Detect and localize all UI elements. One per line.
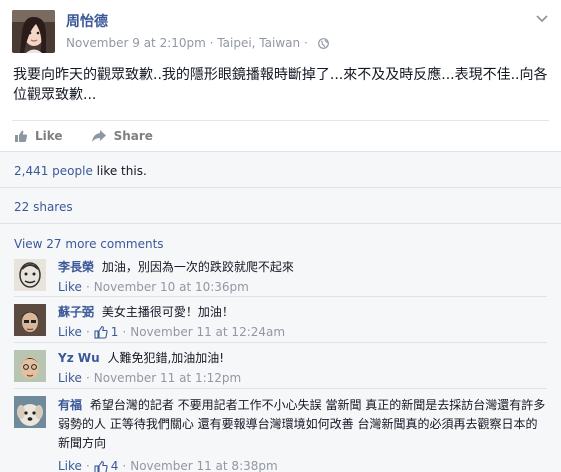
comment-meta: Like · 1 · November 11 at 12:24am [58,324,286,340]
like-count-value: 4 [110,459,119,472]
comment-like-link[interactable]: Like [58,324,82,340]
comment-text: 希望台灣的記者 不要用記者工作不小心失誤 當新聞 真正的新聞是去採訪台灣還有許多… [58,398,546,450]
divider [14,296,547,297]
divider [0,187,561,188]
facebook-post: 周怡德 November 9 at 2:10pm · Taipei, Taiwa… [0,0,561,472]
comment-body: 有福 希望台灣的記者 不要用記者工作不小心失誤 當新聞 真正的新聞是去採訪台灣還… [58,396,548,472]
likes-summary: 2,441 people like this. [14,164,147,178]
commenter-avatar[interactable] [14,259,46,291]
thumbs-up-icon [15,130,28,142]
comment-like-link[interactable]: Like [58,279,82,295]
globe-icon[interactable] [317,38,329,52]
comment-body: 蘇子弼 美女主播很可愛！加油！ Like · 1 · November 11 a… [58,304,548,340]
commenter-avatar[interactable] [14,350,46,382]
commenter-name[interactable]: 李長榮 [58,260,94,274]
comment-like-count[interactable]: 4 [94,457,119,472]
post-meta: November 9 at 2:10pm · Taipei, Taiwan · [66,36,329,52]
divider [14,342,547,343]
meta-separator-2: · [303,36,308,50]
thumbs-up-icon [94,325,108,339]
meta-separator: · [209,36,214,50]
comment-text: 人難免犯錯,加油加油! [107,351,225,365]
comment-timestamp[interactable]: November 11 at 12:24am [130,324,285,340]
divider [14,388,547,389]
commenter-name[interactable]: Yz Wu [58,351,100,365]
comment-meta: Like · November 10 at 10:36pm [58,279,249,295]
chevron-down-icon[interactable] [535,12,549,26]
share-arrow-icon [91,130,106,142]
view-more-comments-link[interactable]: View 27 more comments [14,237,164,251]
comment-body: Yz Wu 人難免犯錯,加油加油! Like · November 11 at … [58,350,548,386]
commenter-name[interactable]: 有福 [58,398,82,412]
post-timestamp[interactable]: November 9 at 2:10pm [66,36,206,50]
like-count-value: 1 [110,325,119,339]
feedback-panel: 2,441 people like this. 22 shares View 2… [0,151,561,472]
commenter-avatar[interactable] [14,304,46,336]
comment-like-link[interactable]: Like [58,370,82,386]
comment-like-count[interactable]: 1 [94,324,119,340]
post-text: 我要向昨天的觀眾致歉..我的隱形眼鏡播報時斷掉了...來不及及時反應...表現不… [13,67,548,103]
comment-timestamp[interactable]: November 11 at 8:38pm [130,457,277,472]
comment-like-link[interactable]: Like [58,457,82,472]
comment-text: 美女主播很可愛！加油！ [101,305,234,319]
share-button[interactable]: Share [91,129,153,143]
divider [0,223,561,224]
comment-body: 李長榮 加油，別因為一次的跌跤就爬不起來 Like · November 10 … [58,259,548,295]
commenter-avatar[interactable] [14,396,46,428]
likes-suffix: like this. [92,164,147,178]
likes-count-link[interactable]: 2,441 people [14,164,93,178]
comment-meta: Like · November 11 at 1:12pm [58,370,242,386]
comment-timestamp[interactable]: November 10 at 10:36pm [94,279,249,295]
comment-text: 加油，別因為一次的跌跤就爬不起來 [101,260,294,274]
commenter-name[interactable]: 蘇子弼 [58,305,94,319]
post-location[interactable]: Taipei, Taiwan [217,36,300,50]
thumbs-up-icon [94,460,108,472]
share-label: Share [113,129,153,143]
shares-link[interactable]: 22 shares [14,200,73,214]
like-button[interactable]: Like [14,129,63,143]
author-avatar[interactable] [12,10,55,53]
author-name[interactable]: 周怡德 [66,11,108,31]
like-label: Like [35,129,63,143]
action-bar: Like Share [14,126,181,146]
comment-meta: Like · 4 · November 11 at 8:38pm [58,457,548,472]
divider [12,120,549,121]
comment-timestamp[interactable]: November 11 at 1:12pm [94,370,241,386]
